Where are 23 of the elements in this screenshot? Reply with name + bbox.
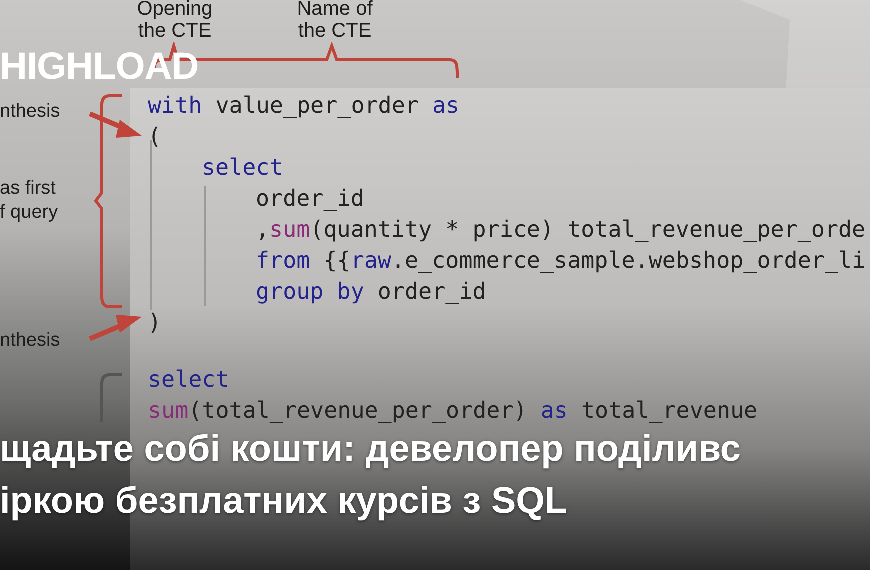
code-line: with value_per_order as [148, 93, 460, 119]
annotation-label: the CTE [298, 20, 372, 42]
annotation-label: as first [0, 177, 57, 201]
arrow-icon [88, 110, 144, 140]
annotation-label: nthesis [0, 100, 60, 124]
code-line: group by order_id [256, 279, 486, 305]
headline-text: щадьте собі кошти: девелопер поділивс [0, 428, 741, 470]
annotation-label: f query [0, 201, 58, 225]
code-line: ) [148, 310, 162, 336]
code-line: sum(total_revenue_per_order) as total_revenue [148, 398, 758, 424]
code-line: from {{raw.e_commerce_sample.webshop_order_li [256, 248, 866, 274]
annotation-label: Name of [297, 0, 373, 20]
headline-text: іркою безплатних курсів з SQL [0, 480, 569, 522]
annotation-label: nthesis [0, 329, 60, 353]
annotation-label: the CTE [138, 20, 212, 42]
code-line: ,sum(quantity * price) total_revenue_per_orde [256, 217, 866, 243]
code-line: order_id [256, 186, 364, 212]
annotation-label: Opening [137, 0, 213, 20]
code-line: select [148, 367, 230, 393]
code-line: ( [148, 124, 162, 150]
brand-logo[interactable]: HIGHLOAD [0, 46, 199, 89]
arrow-icon [88, 313, 144, 343]
code-line: select [202, 155, 284, 181]
